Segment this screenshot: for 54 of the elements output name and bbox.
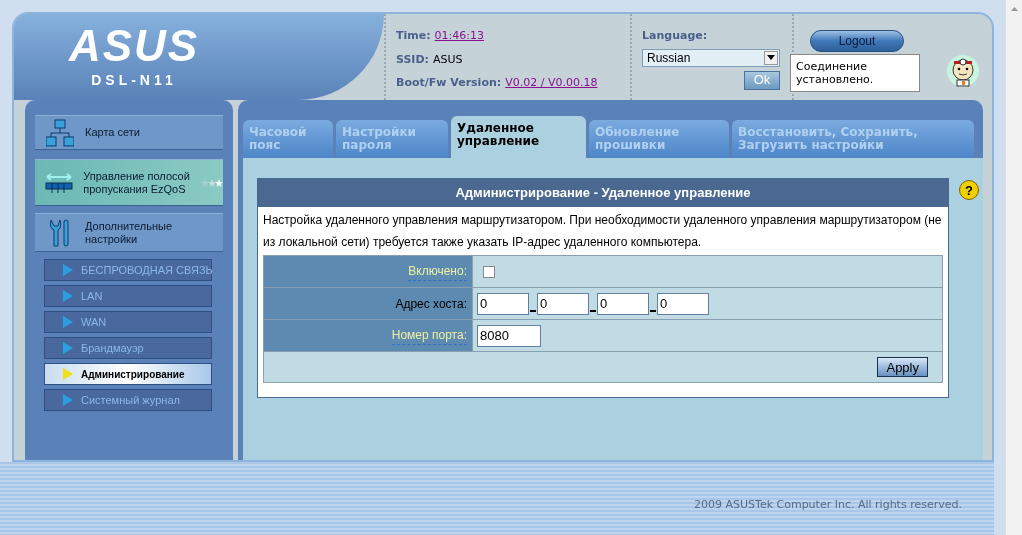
ip-octet-field[interactable]: 0 bbox=[537, 292, 589, 315]
cartoon-doctor-icon bbox=[946, 54, 980, 88]
copyright-text: 2009 ASUSTek Computer Inc. All rights reserved. bbox=[694, 496, 962, 513]
submenu-item[interactable]: WAN bbox=[44, 311, 212, 333]
model-name: DSL-N11 bbox=[90, 71, 178, 90]
port-field[interactable]: 8080 bbox=[477, 324, 541, 347]
submenu-item[interactable]: Брандмауэр bbox=[44, 337, 212, 359]
apply-button[interactable]: Apply bbox=[877, 357, 928, 377]
language-dropdown[interactable]: Russian bbox=[642, 48, 780, 67]
submenu-item[interactable]: Системный журнал bbox=[44, 389, 212, 411]
submenu-item[interactable]: Администрирование bbox=[44, 363, 212, 385]
menu-label: Карта сети bbox=[85, 126, 141, 139]
triangle-icon bbox=[63, 342, 73, 354]
scrollbar[interactable] bbox=[1005, 0, 1022, 535]
description: Настройка удаленного управления маршрутизатором. При необходимости удаленного управления маршрутизатором (не из локальной сети) требуется также указать IP-адрес удаленного компьютера. bbox=[262, 212, 943, 251]
ip-octet-field[interactable]: 0 bbox=[477, 292, 529, 315]
menu-label: Дополнительные настройки bbox=[85, 219, 174, 246]
logout-button[interactable]: Logout bbox=[810, 30, 904, 52]
checkbox[interactable] bbox=[483, 265, 495, 278]
bandwidth-bar-icon bbox=[45, 171, 74, 194]
triangle-icon bbox=[63, 368, 73, 380]
info-label: Boot/Fw Version: bbox=[396, 75, 502, 91]
submenu-item[interactable]: БЕСПРОВОДНАЯ СВЯЗЬ bbox=[44, 259, 212, 281]
stars-icon bbox=[201, 178, 223, 187]
tab[interactable]: Удаленное управление bbox=[451, 116, 586, 158]
info-label: SSID: bbox=[396, 51, 429, 68]
info-link[interactable]: 01:46:13 bbox=[434, 28, 484, 45]
triangle-icon bbox=[63, 290, 73, 302]
triangle-icon bbox=[63, 264, 73, 276]
ip-octet-field[interactable]: 0 bbox=[597, 292, 649, 315]
dot-separator bbox=[590, 309, 596, 312]
triangle-icon bbox=[63, 394, 73, 406]
caret-icon bbox=[764, 50, 778, 65]
triangle-icon bbox=[63, 316, 73, 328]
dot-separator bbox=[650, 309, 656, 312]
asus-logo: ASUS bbox=[67, 24, 201, 68]
wrench-screwdriver-icon bbox=[48, 217, 72, 248]
status-bubble: Соединение установлено. bbox=[790, 54, 920, 92]
info-link[interactable]: V0.02 / V0.00.18 bbox=[505, 75, 598, 92]
card-title: Администрирование - Удаленное управление bbox=[258, 179, 948, 207]
help-icon[interactable]: ? bbox=[959, 180, 979, 200]
network-map-icon bbox=[46, 118, 74, 147]
field-label[interactable]: Номер порта: bbox=[391, 326, 467, 345]
sidebar-menu-item[interactable]: Дополнительные настройки bbox=[35, 213, 223, 251]
submenu-item[interactable]: LAN bbox=[44, 285, 212, 307]
language-label: Language: bbox=[642, 28, 709, 44]
field-label[interactable]: Включено: bbox=[408, 262, 467, 281]
info-value: ASUS bbox=[433, 51, 463, 68]
sidebar-menu-item[interactable]: Карта сети bbox=[35, 115, 223, 149]
info-label: Time: bbox=[396, 28, 431, 44]
field-label: Адрес хоста: bbox=[395, 295, 467, 313]
dot-separator bbox=[530, 309, 536, 312]
menu-label: Управление полосой пропускания EzQoS bbox=[83, 169, 191, 196]
ip-octet-field[interactable]: 0 bbox=[657, 292, 709, 315]
